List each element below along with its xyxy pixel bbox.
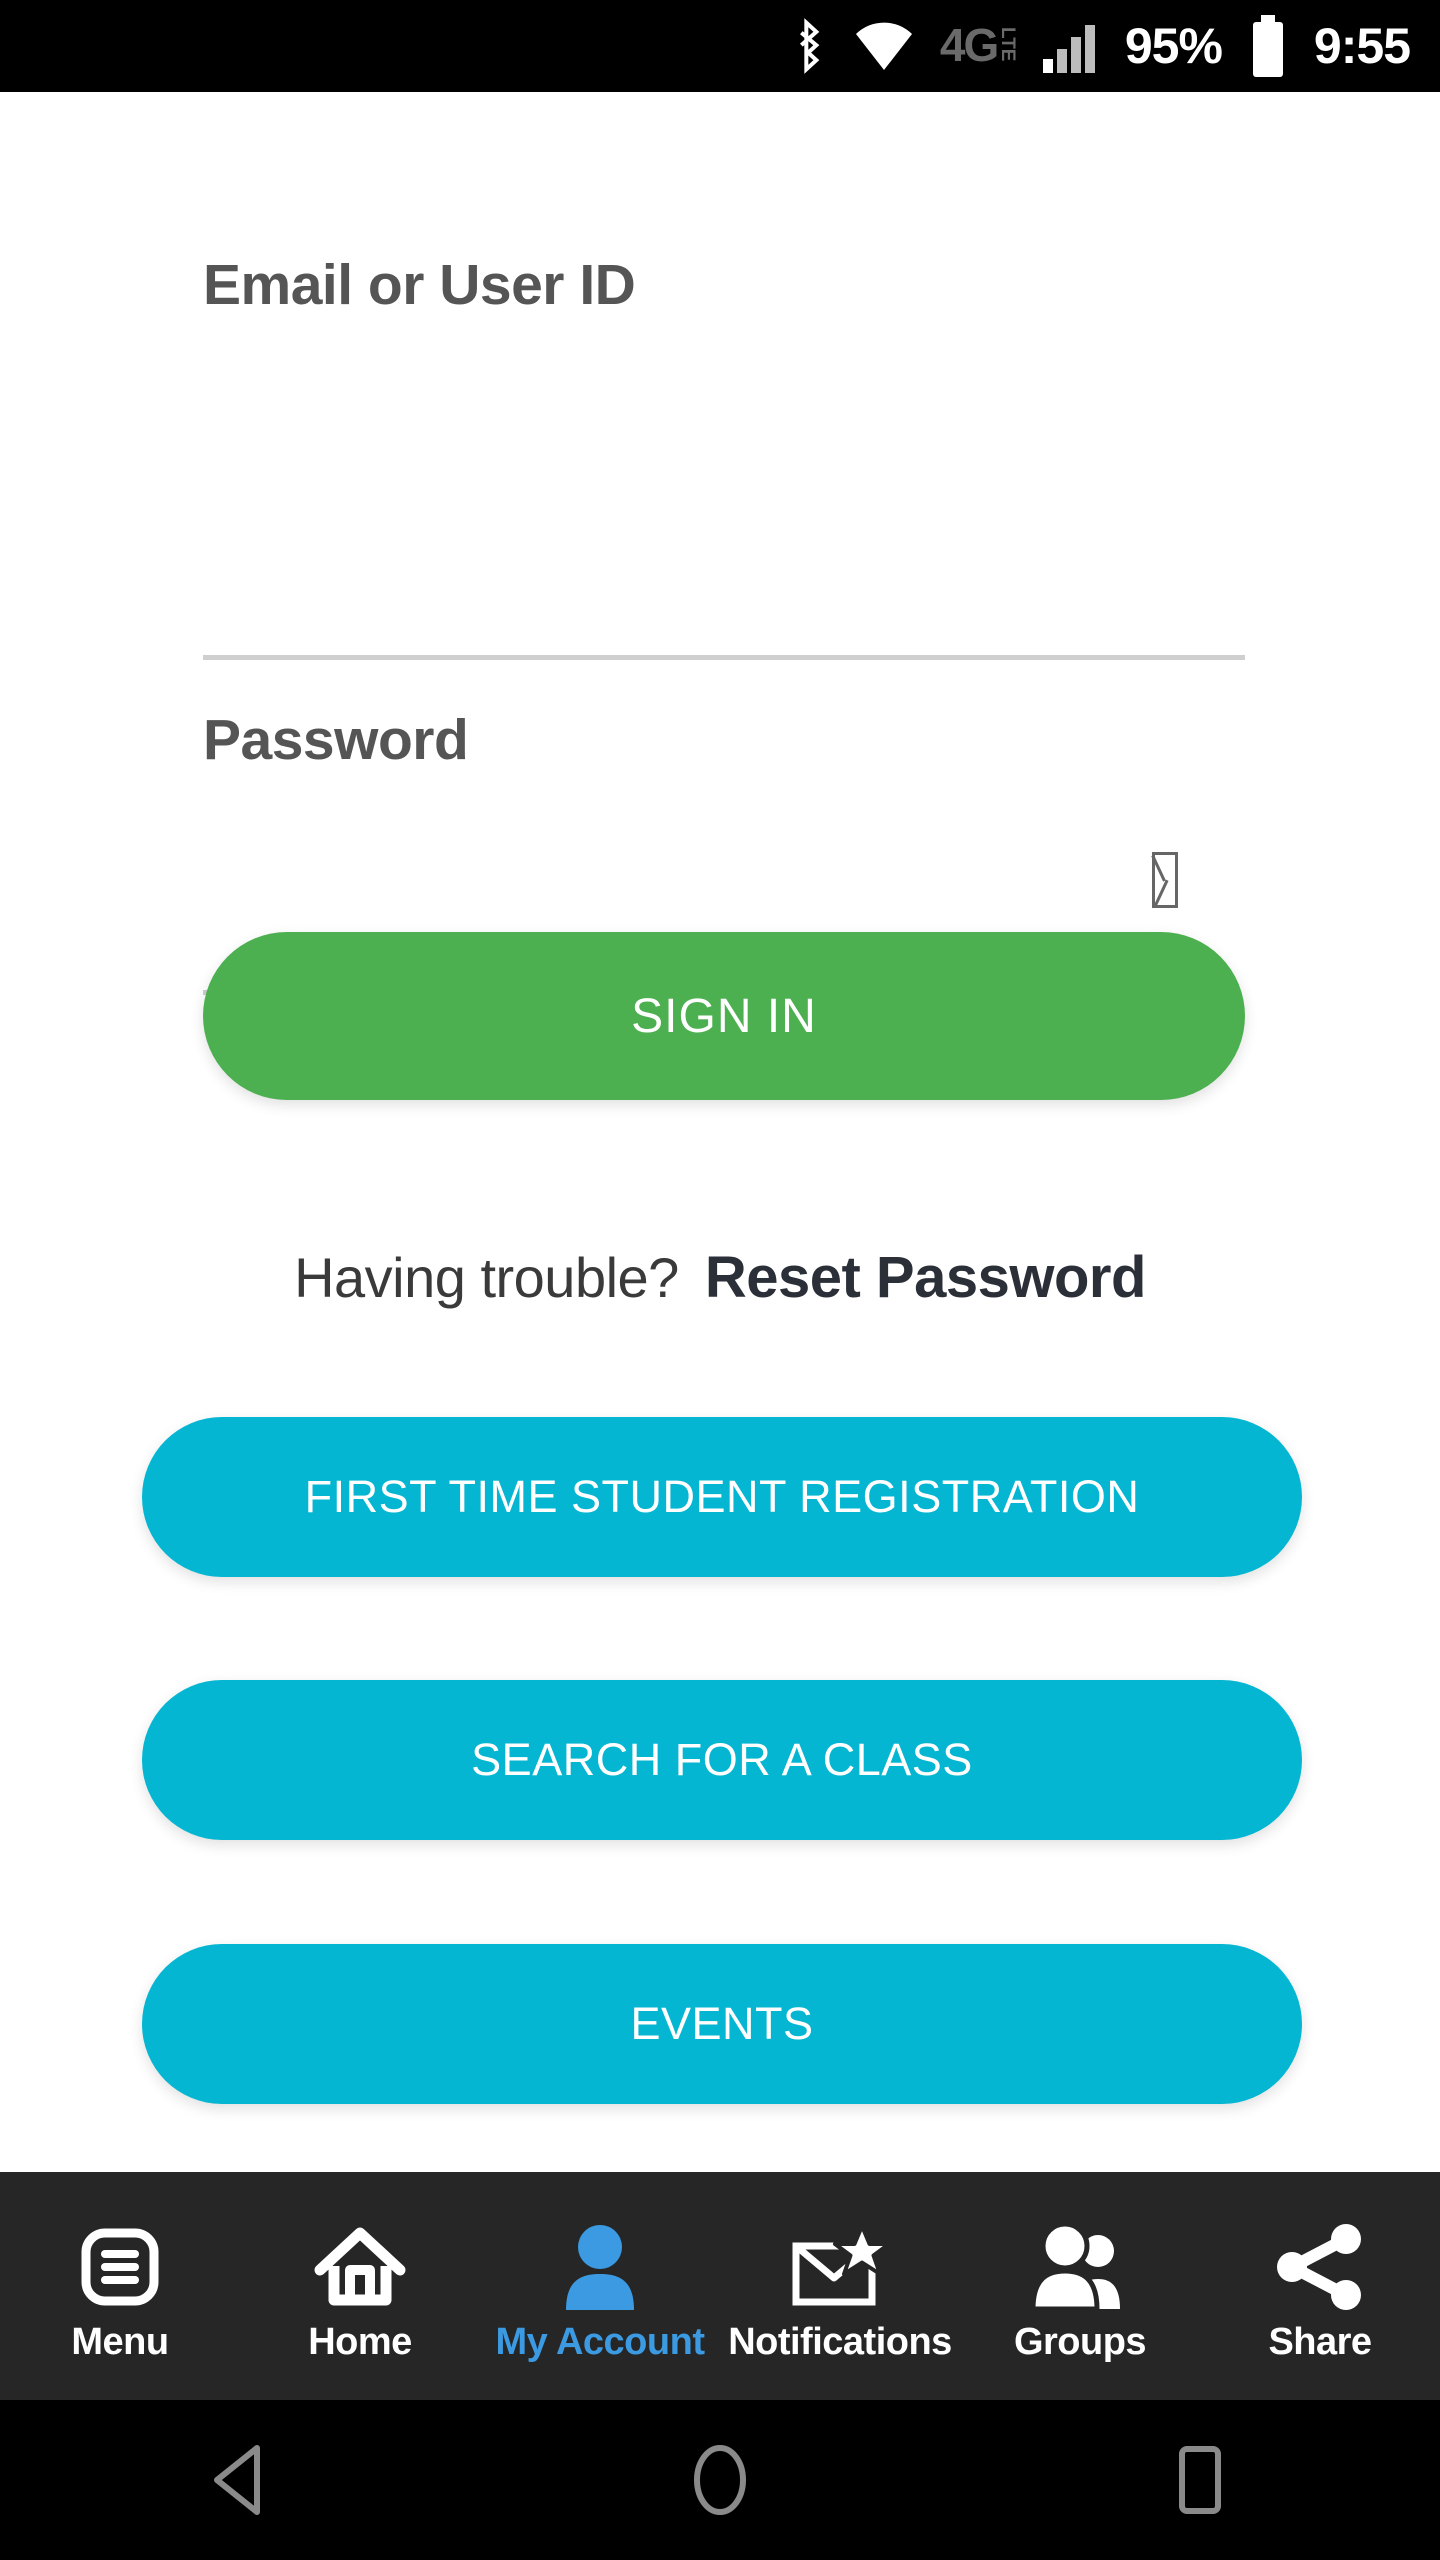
nav-item-groups[interactable]: Groups [960,2172,1200,2400]
search-for-class-button[interactable]: SEARCH FOR A CLASS [142,1680,1302,1840]
password-field-label: Password [203,708,469,772]
password-input[interactable] [203,832,1043,932]
bottom-navigation-bar: Menu Home My Account Notifications Group… [0,2172,1440,2400]
nav-label-home: Home [308,2321,412,2363]
login-content: Email or User ID Password SIGN IN Having… [0,92,1440,2172]
nav-item-share[interactable]: Share [1200,2172,1440,2400]
email-field-underline [203,655,1245,660]
status-bar: 4G LTE 95% 9:55 [0,0,1440,92]
people-group-icon [1028,2219,1132,2315]
menu-list-icon [77,2219,163,2315]
nav-label-menu: Menu [71,2321,169,2363]
battery-full-icon [1248,15,1288,77]
network-type-label: 4G [939,19,999,72]
nav-item-my-account[interactable]: My Account [480,2172,720,2400]
home-icon [314,2219,406,2315]
network-type-sub-label: LTE [996,27,1018,62]
having-trouble-label: Having trouble? [294,1246,679,1309]
nav-label-share: Share [1268,2321,1372,2363]
email-field-group: Email or User ID [0,253,1440,660]
nav-item-notifications[interactable]: Notifications [720,2172,960,2400]
nav-item-menu[interactable]: Menu [0,2172,240,2400]
nav-label-notifications: Notifications [728,2321,952,2363]
envelope-star-icon [790,2219,890,2315]
first-time-registration-button[interactable]: FIRST TIME STUDENT REGISTRATION [142,1417,1302,1577]
nav-item-home[interactable]: Home [240,2172,480,2400]
events-button[interactable]: EVENTS [142,1944,1302,2104]
nav-label-groups: Groups [1013,2321,1147,2363]
recents-square-icon[interactable] [1100,2400,1300,2560]
back-triangle-icon[interactable] [140,2400,340,2560]
network-type-icon: 4G LTE [939,19,1018,72]
nav-label-my-account: My Account [495,2321,705,2363]
show-password-tofu-icon[interactable] [1152,852,1178,908]
bluetooth-icon [788,18,828,74]
email-field-label: Email or User ID [203,253,636,317]
battery-percent-label: 95% [1124,18,1223,74]
help-row: Having trouble? Reset Password [0,1244,1440,1311]
share-nodes-icon [1274,2219,1366,2315]
cellular-signal-icon [1041,17,1099,75]
clock-label: 9:55 [1313,18,1411,74]
app-screen: 4G LTE 95% 9:55 Email or User ID Passwor… [0,0,1440,2560]
sign-in-button[interactable]: SIGN IN [203,932,1245,1100]
person-icon [557,2219,643,2315]
home-circle-icon[interactable] [620,2400,820,2560]
wifi-icon [854,20,914,72]
android-system-navigation [0,2400,1440,2560]
email-input[interactable] [203,377,1243,477]
reset-password-link[interactable]: Reset Password [705,1244,1147,1311]
